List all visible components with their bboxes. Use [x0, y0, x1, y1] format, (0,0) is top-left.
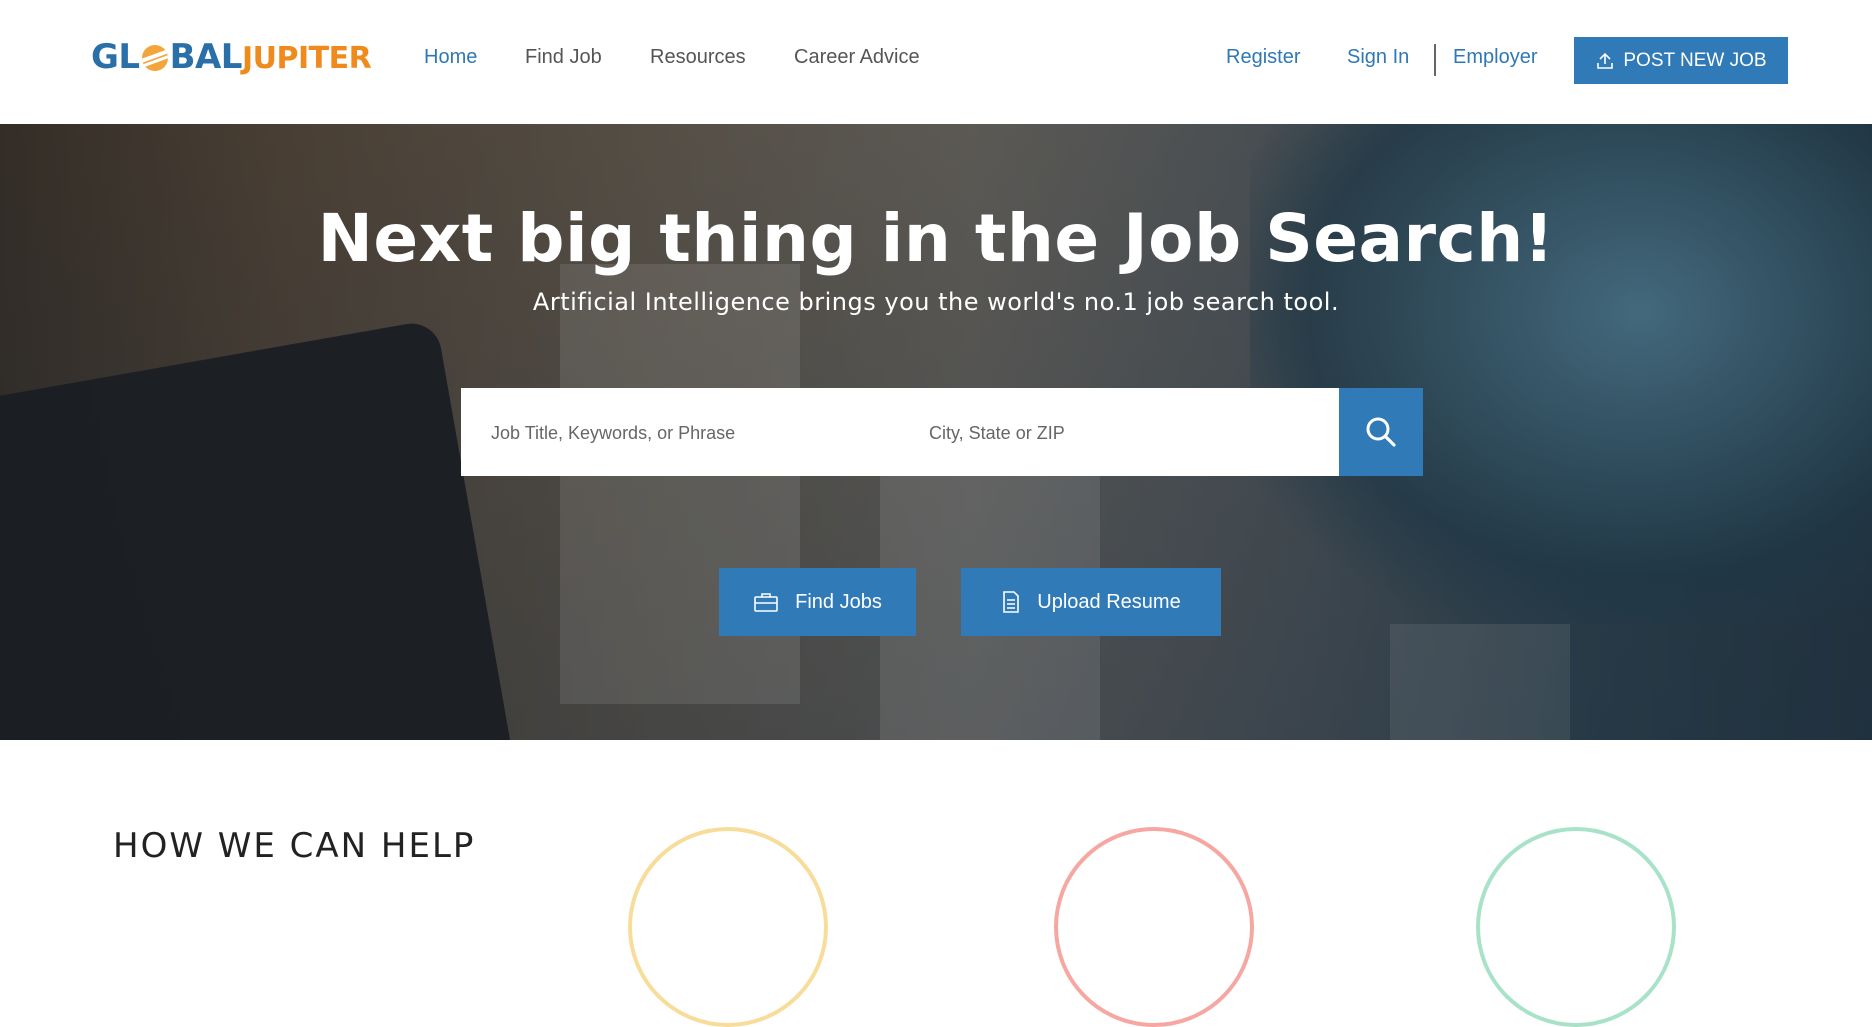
logo-text-jupiter: JUPITER — [241, 41, 372, 76]
job-search-bar — [461, 388, 1423, 478]
register-link[interactable]: Register — [1226, 46, 1300, 69]
nav-resources[interactable]: Resources — [650, 46, 746, 69]
hero-background-laptop — [0, 318, 516, 740]
find-jobs-button[interactable]: Find Jobs — [719, 568, 916, 636]
post-new-job-button[interactable]: POST NEW JOB — [1574, 37, 1788, 84]
hero-background-panel — [1390, 624, 1570, 740]
search-button[interactable] — [1339, 388, 1423, 476]
nav-divider — [1434, 44, 1436, 76]
document-icon — [1003, 591, 1020, 613]
nav-career-advice[interactable]: Career Advice — [794, 46, 920, 69]
find-jobs-label: Find Jobs — [795, 590, 882, 613]
globe-icon — [141, 45, 168, 71]
how-we-can-help-heading: HOW WE CAN HELP — [113, 826, 476, 866]
upload-resume-button[interactable]: Upload Resume — [961, 568, 1221, 636]
logo-text-bal: BAL — [169, 37, 243, 77]
keywords-input[interactable] — [489, 388, 893, 478]
help-circle-yellow — [628, 827, 828, 1027]
upload-resume-label: Upload Resume — [1037, 590, 1181, 613]
hero-background-panel — [560, 264, 800, 704]
hero-background-person — [1250, 124, 1872, 624]
search-icon — [1366, 417, 1396, 447]
nav-home[interactable]: Home — [424, 46, 477, 69]
hero-banner: Next big thing in the Job Search! Artifi… — [0, 124, 1872, 740]
globaljupiter-logo[interactable]: GL BALJUPITER — [91, 37, 372, 77]
hero-title: Next big thing in the Job Search! — [317, 200, 1555, 277]
sign-in-link[interactable]: Sign In — [1347, 46, 1409, 69]
help-circle-red — [1054, 827, 1254, 1027]
location-input[interactable] — [927, 388, 1331, 478]
logo-text-gl: GL — [91, 37, 140, 77]
help-circle-green — [1476, 827, 1676, 1027]
hero-subtitle: Artificial Intelligence brings you the w… — [532, 288, 1340, 316]
employer-link[interactable]: Employer — [1453, 46, 1537, 69]
upload-icon — [1597, 52, 1614, 69]
briefcase-icon — [754, 593, 778, 612]
site-header: GL BALJUPITER Home Find Job Resources Car… — [0, 0, 1872, 124]
post-new-job-label: POST NEW JOB — [1623, 49, 1767, 71]
nav-find-job[interactable]: Find Job — [525, 46, 602, 69]
